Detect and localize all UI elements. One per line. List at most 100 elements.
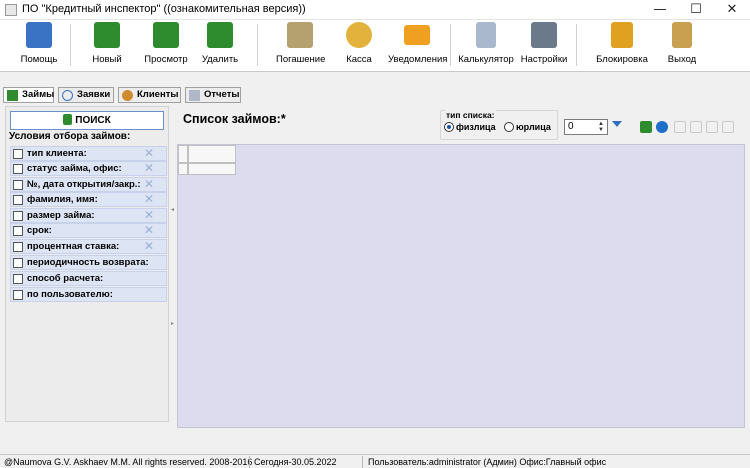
filter-checkbox[interactable]: [13, 164, 23, 174]
status-divider: [362, 456, 363, 468]
window-title: ПО "Кредитный инспектор" ((ознакомительн…: [22, 3, 306, 15]
settings-button[interactable]: Настройки: [520, 22, 568, 68]
cash-button[interactable]: Касса: [340, 22, 378, 68]
calculator-button[interactable]: Калькулятор: [458, 22, 514, 68]
radio-legal-entities-label: юрлица: [516, 122, 551, 132]
prev-record-icon[interactable]: [690, 121, 702, 133]
status-bar: @Naumova G.V. Askhaev M.M. All rights re…: [0, 454, 750, 468]
clear-filter-icon[interactable]: ✕: [144, 193, 154, 206]
filter-term: срок: ✕: [10, 223, 167, 238]
money-icon: [63, 114, 73, 125]
notifications-button[interactable]: Уведомления: [388, 22, 447, 68]
filter-loan-amount: размер займа: ✕: [10, 208, 167, 223]
main-toolbar: Помощь Новый Просмотр Удалить Погашение …: [0, 20, 750, 72]
filter-checkbox[interactable]: [13, 290, 23, 300]
filter-number-date: №, дата открытия/закр.: ✕: [10, 177, 167, 192]
status-date: Сегодня-30.05.2022: [254, 457, 337, 467]
expand-arrow-icon: ▸: [171, 321, 175, 327]
toolbar-separator: [450, 24, 451, 66]
radio-individuals-label: физлица: [456, 122, 496, 132]
new-money-icon: [94, 22, 120, 48]
info-icon[interactable]: [656, 121, 668, 133]
tab-clients[interactable]: Клиенты: [118, 87, 181, 103]
tools-icon: [531, 22, 557, 48]
filter-checkbox[interactable]: [13, 258, 23, 268]
collapse-arrow-icon: ◂: [171, 207, 175, 213]
filter-by-user: по пользователю:: [10, 287, 167, 302]
grid-header-cell[interactable]: [188, 145, 236, 163]
filter-checkbox[interactable]: [13, 226, 23, 236]
radio-legal-entities[interactable]: [504, 122, 514, 132]
status-user: Пользователь:administrator (Админ) Офис:…: [368, 457, 607, 467]
spinner-arrows-icon[interactable]: ▲ ▼: [596, 121, 606, 133]
search-button[interactable]: ПОИСК: [10, 111, 164, 130]
status-copyright: @Naumova G.V. Askhaev M.M. All rights re…: [4, 457, 253, 467]
clear-filter-icon[interactable]: ✕: [144, 224, 154, 237]
delete-button[interactable]: Удалить: [200, 22, 240, 68]
filter-interest-rate: процентная ставка: ✕: [10, 239, 167, 254]
dropdown-arrow-icon[interactable]: [612, 121, 622, 127]
help-button[interactable]: Помощь: [18, 22, 60, 68]
view-button[interactable]: Просмотр: [142, 22, 190, 68]
first-record-icon[interactable]: [674, 121, 686, 133]
close-button[interactable]: ✕: [714, 0, 750, 20]
tab-reports[interactable]: Отчеты: [185, 87, 241, 103]
view-money-icon: [153, 22, 179, 48]
lock-button[interactable]: Блокировка: [596, 22, 648, 68]
tab-loans[interactable]: Займы: [3, 87, 54, 103]
envelope-icon: [404, 25, 430, 45]
list-type-group: тип списка: физлица юрлица: [440, 110, 558, 140]
grid-corner-cell: [178, 145, 188, 163]
clear-filter-icon[interactable]: ✕: [144, 240, 154, 253]
reports-icon: [189, 90, 200, 101]
clock-icon: [62, 90, 73, 101]
grid-row-indicator: [178, 163, 188, 175]
filter-checkbox[interactable]: [13, 180, 23, 190]
section-tabs: Займы Заявки Клиенты Отчеты: [0, 84, 750, 104]
cash-coins-icon: [346, 22, 372, 48]
excel-export-icon[interactable]: [640, 121, 652, 133]
maximize-button[interactable]: ☐: [678, 0, 714, 20]
exit-button[interactable]: Выход: [664, 22, 700, 68]
filter-client-type: тип клиента: ✕: [10, 146, 167, 161]
clients-icon: [122, 90, 133, 101]
help-book-icon: [26, 22, 52, 48]
clear-filter-icon[interactable]: ✕: [144, 162, 154, 175]
loans-grid[interactable]: [177, 144, 745, 428]
grid-cell[interactable]: [188, 163, 236, 175]
exit-door-icon: [672, 22, 692, 48]
last-record-icon[interactable]: [722, 121, 734, 133]
calculator-icon: [476, 22, 496, 48]
repayment-button[interactable]: Погашение: [276, 22, 325, 68]
panel-splitter[interactable]: ◂ ▸: [171, 106, 176, 426]
list-type-label: тип списка:: [445, 110, 496, 120]
filter-checkbox[interactable]: [13, 195, 23, 205]
filter-repayment-frequency: периодичность возврата:: [10, 255, 167, 270]
count-spinner[interactable]: 0 ▲ ▼: [564, 119, 608, 135]
list-title: Список займов:*: [183, 112, 286, 126]
status-divider: [249, 456, 250, 468]
filter-conditions-title: Условия отбора займов:: [9, 131, 131, 142]
radio-individuals[interactable]: [444, 122, 454, 132]
padlock-icon: [611, 22, 633, 48]
clear-filter-icon[interactable]: ✕: [144, 178, 154, 191]
minimize-button[interactable]: —: [642, 0, 678, 20]
repayment-icon: [287, 22, 313, 48]
filter-checkbox[interactable]: [13, 274, 23, 284]
new-button[interactable]: Новый: [86, 22, 128, 68]
money-icon: [7, 90, 18, 101]
filter-loan-status: статус займа, офис: ✕: [10, 161, 167, 176]
tab-applications[interactable]: Заявки: [58, 87, 114, 103]
next-record-icon[interactable]: [706, 121, 718, 133]
filter-checkbox[interactable]: [13, 149, 23, 159]
clear-filter-icon[interactable]: ✕: [144, 209, 154, 222]
filter-name: фамилия, имя: ✕: [10, 192, 167, 207]
delete-money-icon: [207, 22, 233, 48]
toolbar-separator: [257, 24, 258, 66]
clear-filter-icon[interactable]: ✕: [144, 147, 154, 160]
title-bar: ПО "Кредитный инспектор" ((ознакомительн…: [0, 0, 750, 20]
toolbar-separator: [70, 24, 71, 66]
filter-checkbox[interactable]: [13, 211, 23, 221]
filter-checkbox[interactable]: [13, 242, 23, 252]
app-icon: [5, 4, 17, 16]
